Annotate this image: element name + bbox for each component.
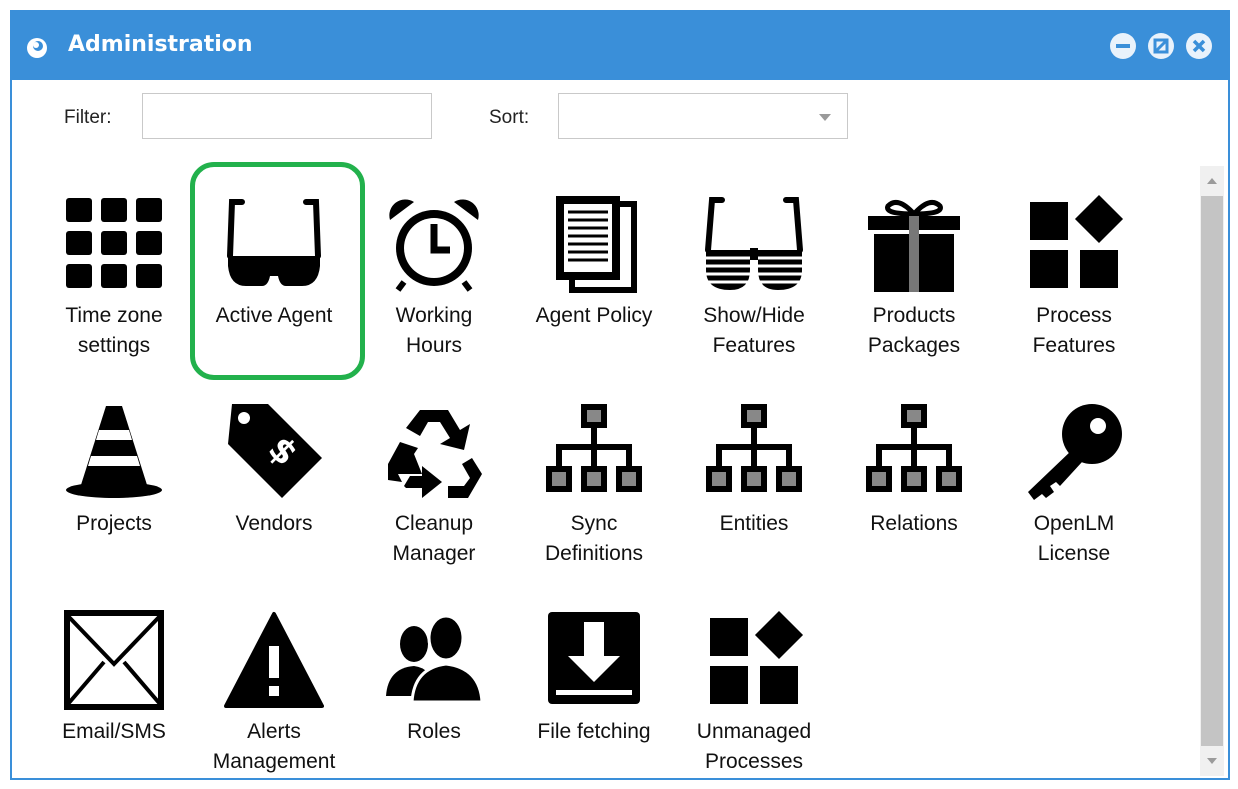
window-title: Administration [68, 32, 253, 57]
sort-dropdown[interactable] [558, 93, 848, 139]
tile-show-hide-features[interactable]: Show/Hide Features [674, 172, 834, 362]
tile-projects[interactable]: Projects [34, 380, 194, 570]
tile-vendors[interactable]: $ Vendors [194, 380, 354, 570]
tile-cleanup-manager[interactable]: Cleanup Manager [354, 380, 514, 570]
sort-label: Sort: [489, 107, 530, 128]
minimize-button[interactable] [1110, 33, 1136, 59]
tile-working-hours[interactable]: Working Hours [354, 172, 514, 362]
tile-label: Projects [76, 512, 152, 535]
administration-window: Administration Filter: Sort: Time zone s… [10, 10, 1230, 780]
tile-label: Unmanaged Processes [696, 720, 812, 773]
scroll-down-arrow-icon[interactable] [1207, 758, 1217, 764]
tile-label: Time zone settings [65, 304, 163, 357]
key-icon [1028, 404, 1122, 500]
price-tag-icon: $ [228, 404, 322, 498]
tile-email-sms[interactable]: Email/SMS [34, 588, 194, 778]
tile-unmanaged-processes[interactable]: Unmanaged Processes [674, 588, 834, 778]
tile-label: Sync Definitions [544, 512, 644, 565]
close-circle-icon [1192, 39, 1206, 53]
tile-label: Cleanup Manager [392, 512, 476, 565]
tile-label: Show/Hide Features [703, 304, 805, 357]
chevron-down-icon [819, 114, 831, 121]
scroll-thumb[interactable] [1201, 196, 1223, 746]
tile-file-fetching[interactable]: File fetching [514, 588, 674, 778]
tile-label: Agent Policy [535, 304, 653, 327]
tile-label: Email/SMS [62, 720, 166, 743]
tile-openlm-license[interactable]: OpenLM License [994, 380, 1154, 570]
minus-circle-icon [1116, 44, 1130, 48]
tile-label: Relations [870, 512, 958, 535]
title-bar[interactable]: Administration [12, 12, 1228, 80]
filter-input[interactable] [142, 93, 432, 139]
gift-icon [868, 199, 960, 292]
tile-label: Roles [407, 720, 461, 743]
tile-agent-policy[interactable]: Agent Policy [514, 172, 674, 362]
tile-label: Active Agent [215, 304, 333, 327]
hierarchy-icon [866, 404, 962, 492]
tile-label: Working Hours [395, 304, 473, 357]
glasses-icon [227, 199, 321, 286]
document-icon [556, 196, 637, 293]
users-icon [386, 614, 484, 704]
scroll-up-arrow-icon[interactable] [1207, 178, 1217, 184]
tile-label: Alerts Management [212, 720, 336, 773]
tile-active-agent[interactable]: Active Agent [194, 172, 354, 362]
shapes-icon [710, 610, 804, 704]
restore-circle-icon [1153, 38, 1169, 54]
tile-products-packages[interactable]: Products Packages [834, 172, 994, 362]
tile-time-zone-settings[interactable]: Time zone settings [34, 172, 194, 362]
tile-sync-definitions[interactable]: Sync Definitions [514, 380, 674, 570]
tile-label: Process Features [1032, 304, 1116, 357]
envelope-icon [64, 610, 164, 710]
shutter-glasses-icon [705, 197, 803, 290]
tile-roles[interactable]: Roles [354, 588, 514, 778]
tile-alerts-management[interactable]: Alerts Management [194, 588, 354, 778]
tile-process-features[interactable]: Process Features [994, 172, 1154, 362]
hierarchy-icon [706, 404, 802, 492]
tile-label: OpenLM License [1033, 512, 1115, 565]
hierarchy-icon [546, 404, 642, 492]
download-icon [548, 612, 640, 704]
tile-relations[interactable]: Relations [834, 380, 994, 570]
tile-label: Entities [719, 512, 789, 535]
grid-icon [66, 198, 162, 288]
admin-tile-grid: Time zone settings Active Agent Working … [24, 162, 1184, 773]
openlm-swirl-icon [27, 38, 47, 58]
warning-icon [224, 612, 324, 708]
tile-entities[interactable]: Entities [674, 380, 834, 570]
filter-label: Filter: [64, 107, 112, 128]
maximize-button[interactable] [1148, 33, 1174, 59]
close-button[interactable] [1186, 33, 1212, 59]
tile-label: Products Packages [867, 304, 961, 357]
tile-label: Vendors [235, 512, 313, 535]
alarm-clock-icon [389, 199, 479, 292]
recycle-icon [388, 410, 482, 498]
tile-label: File fetching [537, 720, 651, 743]
vertical-scrollbar[interactable] [1200, 166, 1224, 776]
shapes-icon [1030, 194, 1124, 288]
traffic-cone-icon [66, 406, 162, 498]
